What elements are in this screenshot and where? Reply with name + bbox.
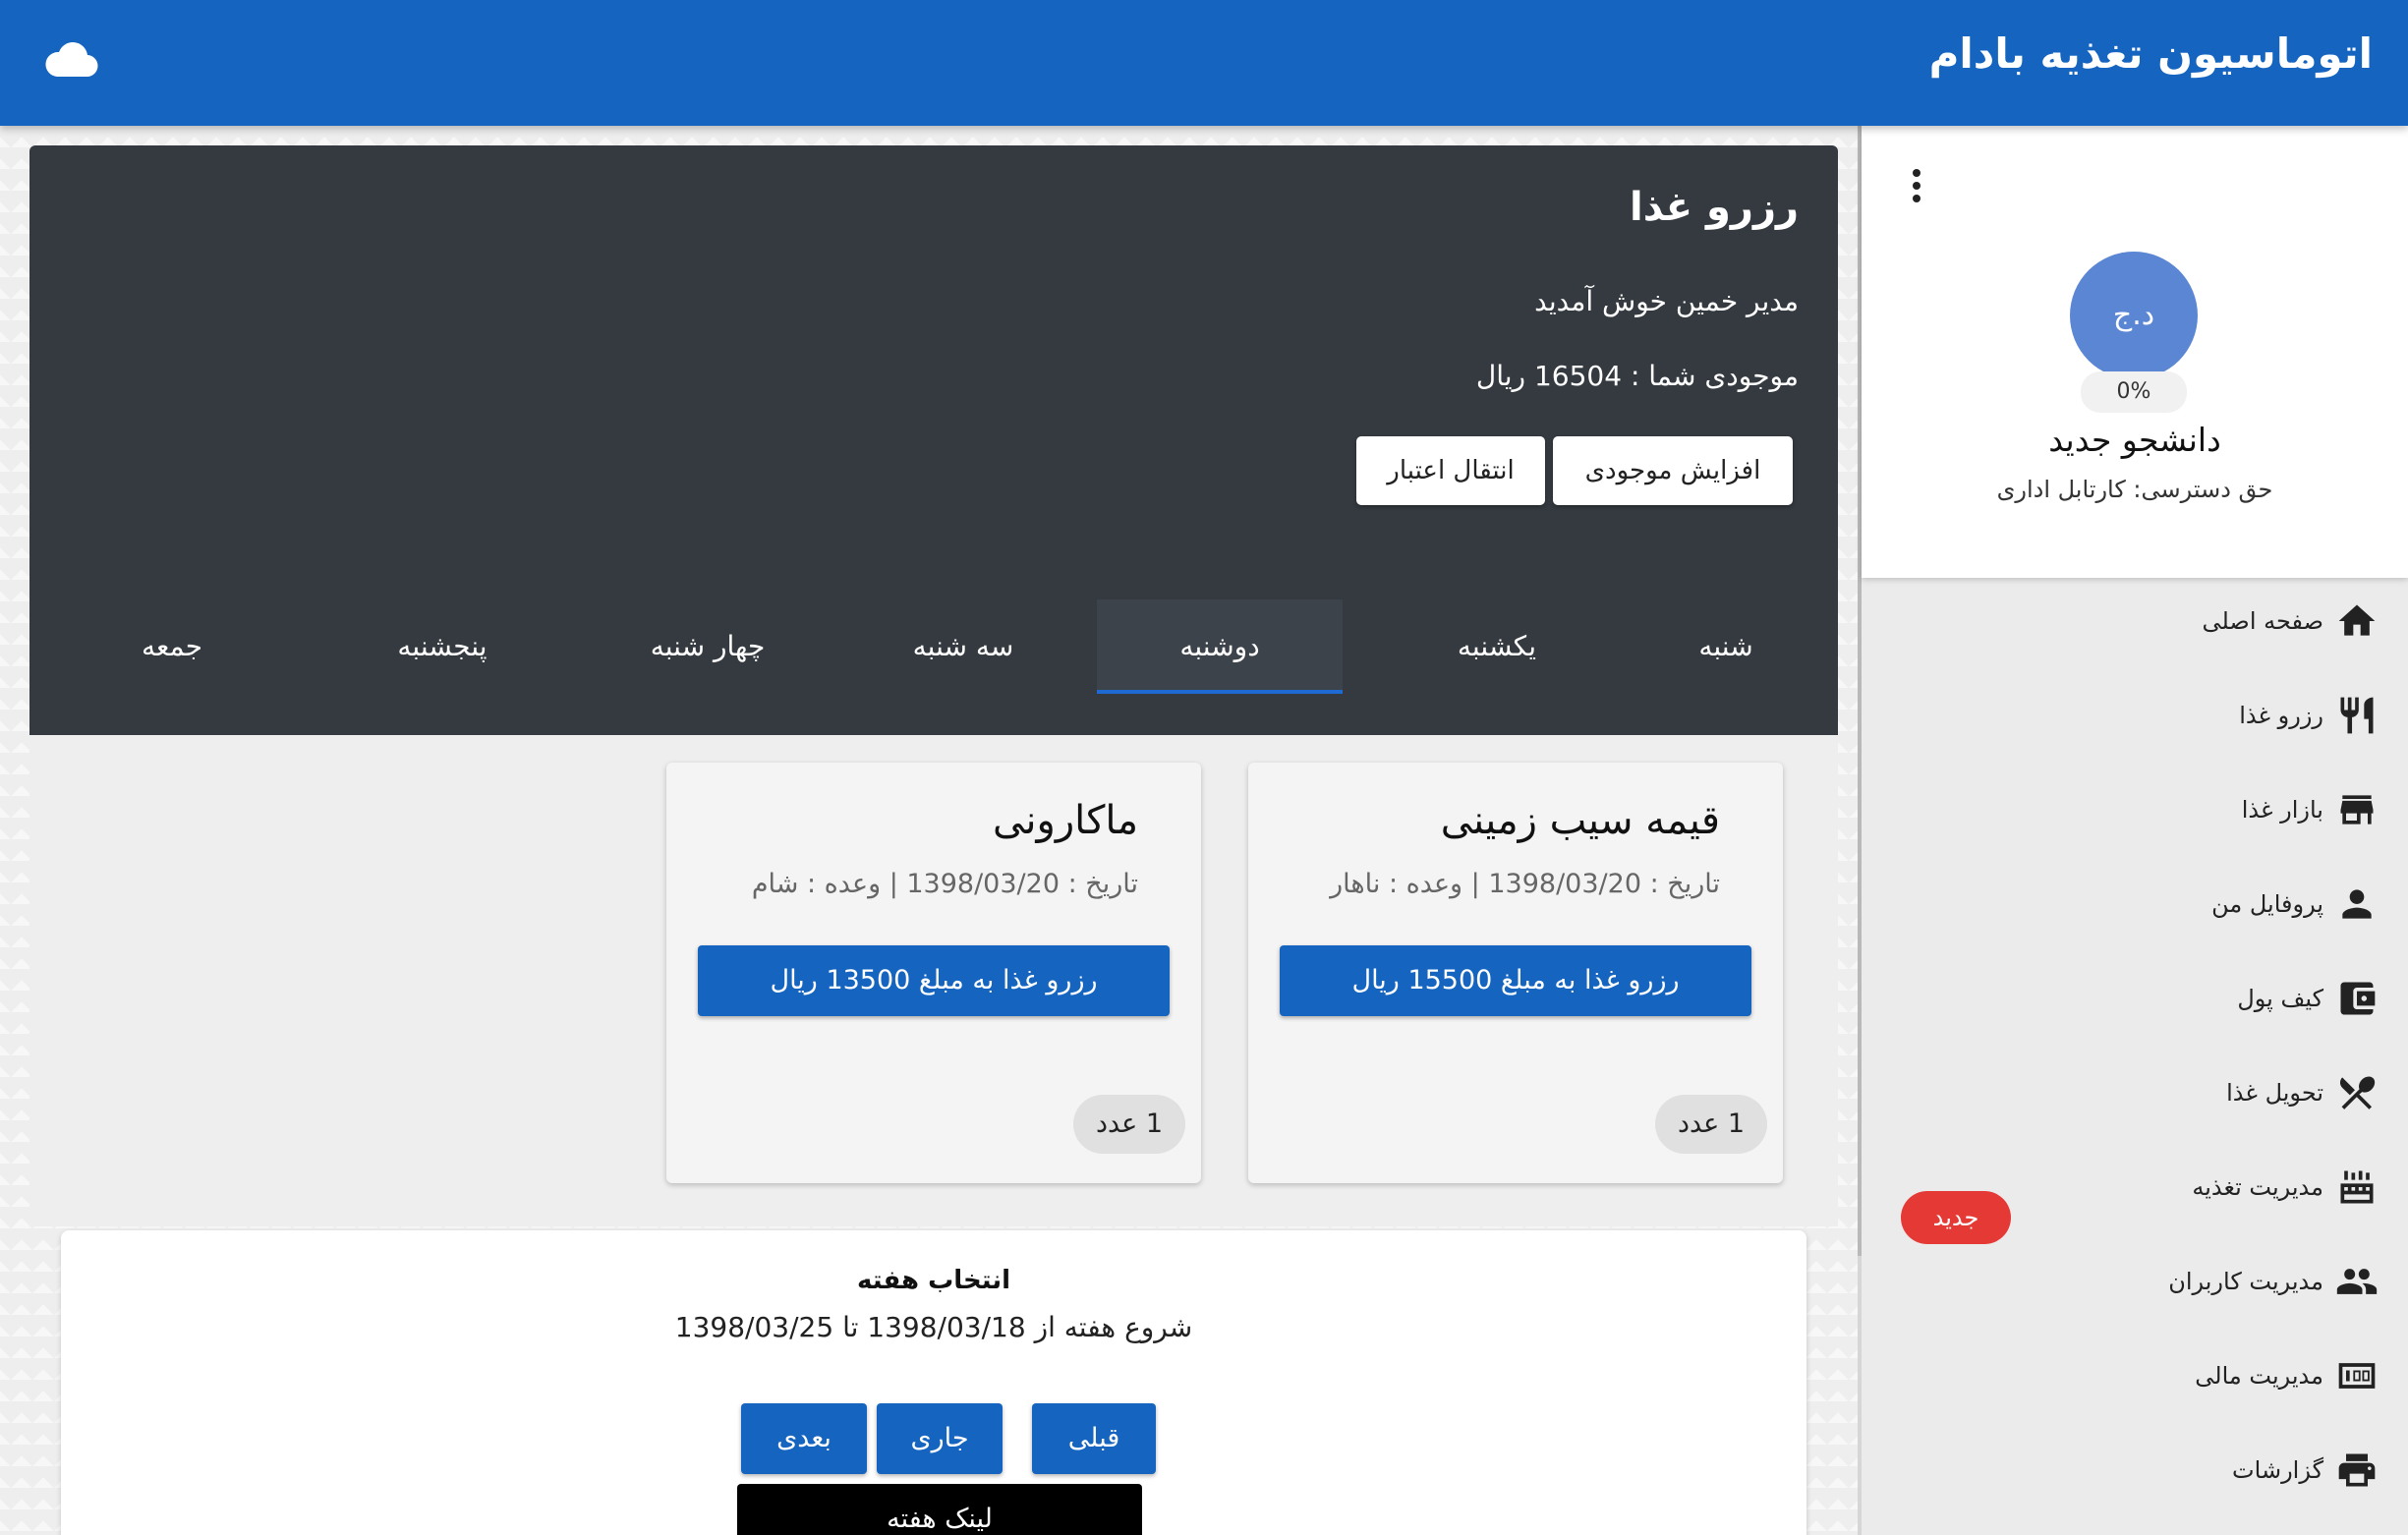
sidebar-item-wallet[interactable]: کیف پول bbox=[1887, 969, 2379, 1028]
meal-meta: تاریخ : 1398/03/20 | وعده : ناهار bbox=[1330, 869, 1720, 899]
sidebar-item-label: بازار غذا bbox=[2241, 796, 2323, 824]
sidebar-item-food-reserve[interactable]: رزرو غذا bbox=[1887, 686, 2379, 745]
current-week-button[interactable]: جاری bbox=[877, 1403, 1003, 1474]
sidebar-item-financial-management[interactable]: مدیریت مالی bbox=[1887, 1346, 2379, 1405]
profile-panel: د.ج 0% دانشجو جدید حق دسترسی: کارتابل اد… bbox=[1862, 126, 2408, 578]
increase-balance-button[interactable]: افزایش موجودی bbox=[1553, 436, 1793, 505]
tab-friday[interactable]: جمعه bbox=[69, 599, 275, 694]
sidebar-item-label: صفحه اصلی bbox=[2202, 607, 2323, 635]
meal-meta: تاریخ : 1398/03/20 | وعده : شام bbox=[751, 869, 1138, 899]
day-tabs: شنبه یکشنبه دوشنبه سه شنبه چهار شنبه پنج… bbox=[29, 599, 1838, 735]
next-week-button[interactable]: بعدی bbox=[741, 1403, 867, 1474]
meal-title: قیمه سیب زمینی bbox=[1440, 798, 1720, 843]
sidebar-item-label: گزارشات bbox=[2232, 1456, 2323, 1484]
cloud-icon[interactable] bbox=[43, 39, 98, 79]
week-range: شروع هفته از 1398/03/18 تا 1398/03/25 bbox=[674, 1311, 1193, 1343]
tab-tuesday[interactable]: سه شنبه bbox=[845, 599, 1081, 694]
meal-card: قیمه سیب زمینی تاریخ : 1398/03/20 | وعده… bbox=[1248, 763, 1783, 1183]
reserve-header: رزرو غذا مدیر خمین خوش آمدید موجودی شما … bbox=[29, 145, 1838, 735]
meal-card: ماکارونی تاریخ : 1398/03/20 | وعده : شام… bbox=[666, 763, 1201, 1183]
utensils-cross-icon bbox=[2339, 1076, 2376, 1109]
sidebar-item-label: تحویل غذا bbox=[2226, 1079, 2323, 1107]
avatar: د.ج bbox=[2070, 252, 2198, 379]
wallet-icon bbox=[2340, 982, 2376, 1015]
sidebar-item-label: کیف پول bbox=[2237, 985, 2323, 1012]
tab-monday[interactable]: دوشنبه bbox=[1097, 599, 1343, 694]
reserve-meal-button[interactable]: رزرو غذا به مبلغ 13500 ریال bbox=[698, 945, 1170, 1016]
sidebar-item-food-market[interactable]: بازار غذا bbox=[1887, 780, 2379, 839]
app-bar: اتوماسیون تغذیه بادام bbox=[0, 0, 2408, 126]
sidebar-item-label: مدیریت تغذیه bbox=[2192, 1173, 2323, 1201]
week-link-button[interactable]: لینک هفته bbox=[737, 1484, 1142, 1535]
kitchen-icon bbox=[2340, 1170, 2374, 1204]
reserve-meal-button[interactable]: رزرو غذا به مبلغ 15500 ریال bbox=[1280, 945, 1751, 1016]
people-icon bbox=[2336, 1269, 2378, 1294]
week-selector: انتخاب هفته شروع هفته از 1398/03/18 تا 1… bbox=[61, 1230, 1806, 1535]
tab-sunday[interactable]: یکشنبه bbox=[1376, 599, 1618, 694]
sidebar-item-home[interactable]: صفحه اصلی bbox=[1887, 592, 2379, 651]
more-vert-icon[interactable] bbox=[1911, 169, 1922, 208]
restaurant-icon bbox=[2340, 697, 2374, 734]
page-title: رزرو غذا bbox=[1629, 185, 1799, 230]
quantity-chip[interactable]: 1 عدد bbox=[1073, 1095, 1185, 1154]
sidebar-item-food-delivery[interactable]: تحویل غذا bbox=[1887, 1063, 2379, 1122]
sidebar-item-label: پروفایل من bbox=[2211, 890, 2323, 918]
user-access: حق دسترسی: کارتابل اداری bbox=[1996, 476, 2273, 503]
meal-title: ماکارونی bbox=[993, 798, 1138, 843]
sidebar-item-reports[interactable]: گزارشات bbox=[1887, 1441, 2379, 1500]
sidebar-item-my-profile[interactable]: پروفایل من bbox=[1887, 875, 2379, 934]
week-title: انتخاب هفته bbox=[856, 1266, 1011, 1295]
user-name: دانشجو جدید bbox=[2048, 421, 2221, 459]
print-icon bbox=[2338, 1453, 2376, 1487]
sidebar-item-label: مدیریت کاربران bbox=[2168, 1268, 2323, 1295]
app-title: اتوماسیون تغذیه بادام bbox=[1928, 29, 2373, 78]
quantity-chip[interactable]: 1 عدد bbox=[1655, 1095, 1767, 1154]
sidebar-item-label: مدیریت مالی bbox=[2195, 1362, 2323, 1390]
previous-week-button[interactable]: قبلی bbox=[1032, 1403, 1156, 1474]
tab-saturday[interactable]: شنبه bbox=[1618, 599, 1834, 694]
tab-thursday[interactable]: پنجشنبه bbox=[324, 599, 560, 694]
progress-badge: 0% bbox=[2081, 371, 2187, 413]
money-icon bbox=[2338, 1363, 2376, 1389]
sidebar-item-user-management[interactable]: مدیریت کاربران bbox=[1887, 1252, 2379, 1311]
welcome-text: مدیر خمین خوش آمدید bbox=[1534, 285, 1799, 317]
person-icon bbox=[2342, 889, 2372, 919]
store-icon bbox=[2340, 795, 2374, 824]
sidebar-item-label: رزرو غذا bbox=[2239, 702, 2323, 729]
sidebar: د.ج 0% دانشجو جدید حق دسترسی: کارتابل اد… bbox=[1862, 126, 2408, 1535]
transfer-credit-button[interactable]: انتقال اعتبار bbox=[1356, 436, 1545, 505]
tab-wednesday[interactable]: چهار شنبه bbox=[590, 599, 826, 694]
home-icon bbox=[2338, 604, 2376, 636]
new-badge: جدید bbox=[1901, 1191, 2011, 1244]
balance-text: موجودی شما : 16504 ریال bbox=[1475, 360, 1799, 392]
